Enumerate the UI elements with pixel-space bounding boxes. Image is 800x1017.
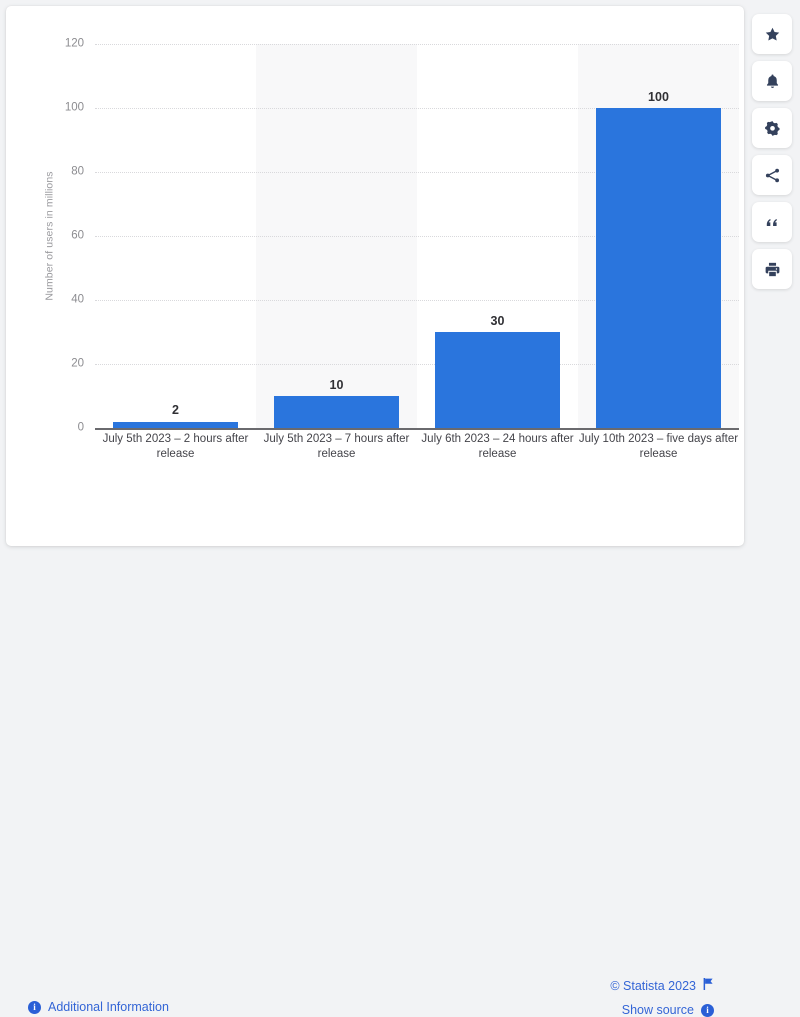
y-axis-tick-label: 80	[71, 165, 84, 178]
flag-icon	[703, 978, 714, 993]
y-axis-title-label: Number of users in millions	[44, 171, 57, 301]
plot-area: 0 20 40 60 80 100 120 2 10 30 100	[65, 38, 739, 433]
show-source-label: Show source	[621, 1003, 694, 1017]
bar-value-label: 30	[490, 313, 505, 328]
bar-value-label: 100	[648, 89, 669, 104]
share-button[interactable]	[752, 155, 792, 195]
share-icon	[764, 167, 781, 184]
y-axis-tick-label: 0	[77, 421, 84, 434]
bar[interactable]: 30	[434, 314, 561, 428]
chart-card: Number of users in millions 0 20 40 60 80 100…	[6, 6, 744, 1017]
info-icon: i	[701, 1003, 714, 1017]
x-axis-tick-label: July 6th 2023 – 24 hours after release	[421, 433, 574, 460]
action-toolbar	[752, 14, 792, 289]
print-icon	[764, 261, 781, 278]
bar[interactable]: 10	[273, 378, 400, 428]
notification-icon	[764, 73, 781, 90]
bar[interactable]: 100	[595, 90, 722, 428]
y-axis-tick-label: 40	[71, 293, 84, 306]
settings-icon	[764, 120, 781, 137]
x-axis-tick-label: July 5th 2023 – 2 hours after release	[102, 433, 249, 460]
bar-value-label: 2	[172, 403, 179, 418]
additional-information-label: Additional Information	[48, 1000, 169, 1014]
y-axis-title: Number of users in millions	[43, 44, 57, 428]
y-axis-tick-label: 60	[71, 229, 84, 242]
chart-container: Number of users in millions 0 20 40 60 80 100…	[6, 6, 744, 486]
bar-value-label: 10	[329, 377, 344, 392]
show-source-link[interactable]: Show source i	[622, 1003, 714, 1017]
favorite-button[interactable]	[752, 14, 792, 54]
info-icon: i	[28, 1000, 41, 1014]
x-axis-tick-label: July 5th 2023 – 7 hours after release	[263, 433, 410, 460]
settings-button[interactable]	[752, 108, 792, 148]
chart-footer: i Additional Information © Statista 2023…	[6, 486, 744, 1017]
y-axis-tick-label: 20	[71, 357, 84, 370]
favorite-icon	[764, 26, 781, 43]
quote-icon	[764, 214, 780, 230]
x-axis-line	[95, 428, 739, 430]
gridline	[95, 44, 739, 45]
copyright: © Statista 2023	[610, 978, 714, 993]
notification-button[interactable]	[752, 61, 792, 101]
additional-information-link[interactable]: i Additional Information	[28, 1000, 169, 1014]
y-axis-tick-label: 100	[64, 101, 84, 114]
print-button[interactable]	[752, 249, 792, 289]
bar[interactable]: 2	[112, 404, 239, 428]
citation-button[interactable]	[752, 202, 792, 242]
statista-chart-page: Number of users in millions 0 20 40 60 80 100…	[0, 0, 800, 1017]
copyright-label: © Statista 2023	[610, 978, 696, 993]
x-axis-tick-label: July 10th 2023 – five days after release	[578, 433, 739, 460]
y-axis-tick-label: 120	[64, 37, 84, 50]
